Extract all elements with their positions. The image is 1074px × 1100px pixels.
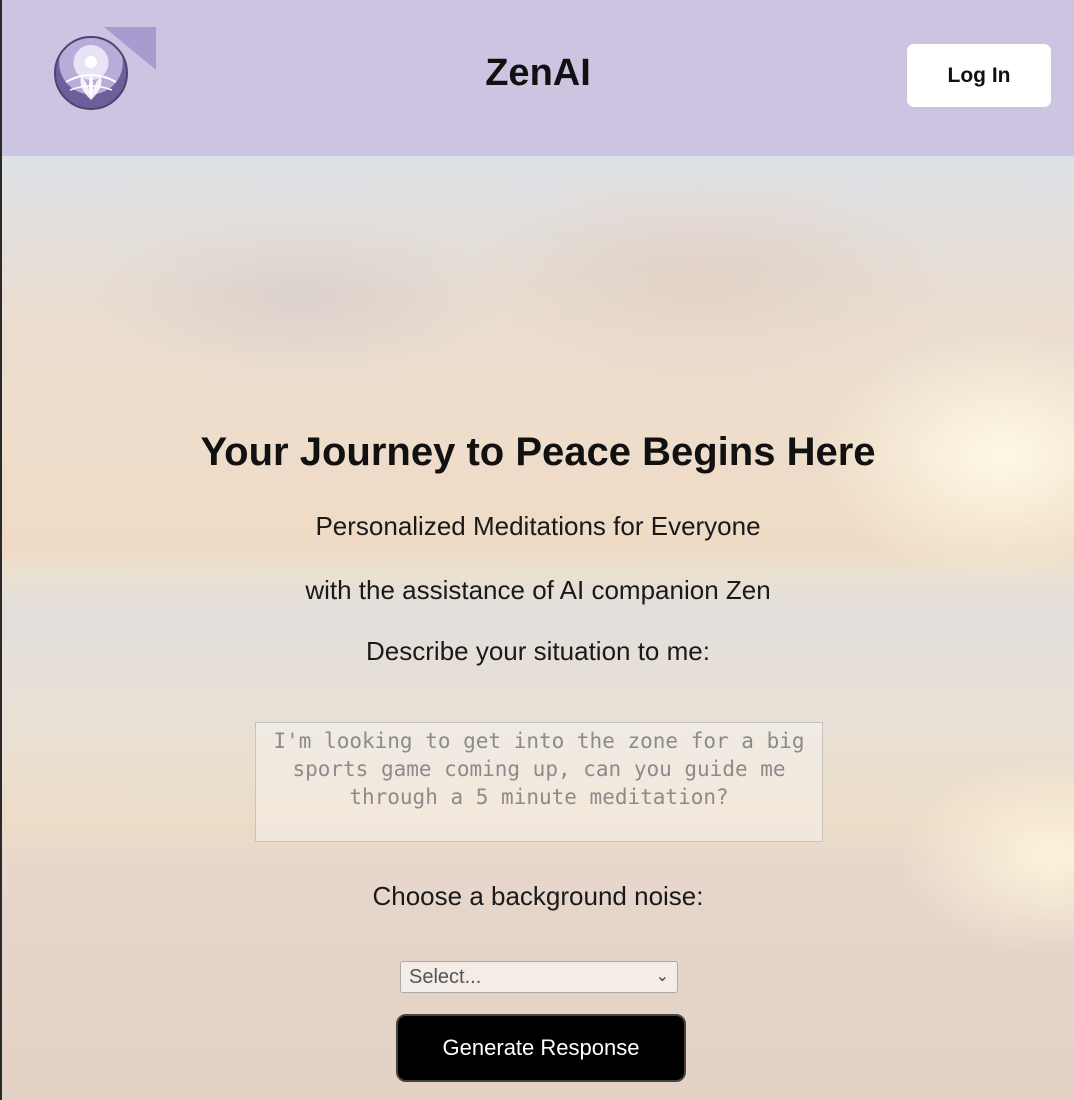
hero-headline: Your Journey to Peace Begins Here [200,430,876,474]
noise-label: Choose a background noise: [372,881,704,911]
app-frame: ZenAI Log In Your Journey to Peace Begin… [2,0,1074,1100]
hero-subtitle: Personalized Meditations for Everyone [315,511,761,541]
hero-tagline: with the assistance of AI companion Zen [305,575,771,605]
chevron-down-icon: ⌄ [655,968,669,985]
background-noise-select[interactable]: Select... ⌄ [400,961,678,993]
hero-background-image [2,156,1074,1100]
situation-label: Describe your situation to me: [366,636,710,666]
login-button[interactable]: Log In [907,44,1051,107]
generate-response-button[interactable]: Generate Response [396,1014,686,1082]
situation-input[interactable] [255,722,823,842]
top-header: ZenAI Log In [2,0,1074,156]
noise-select-value: Select... [409,965,482,988]
